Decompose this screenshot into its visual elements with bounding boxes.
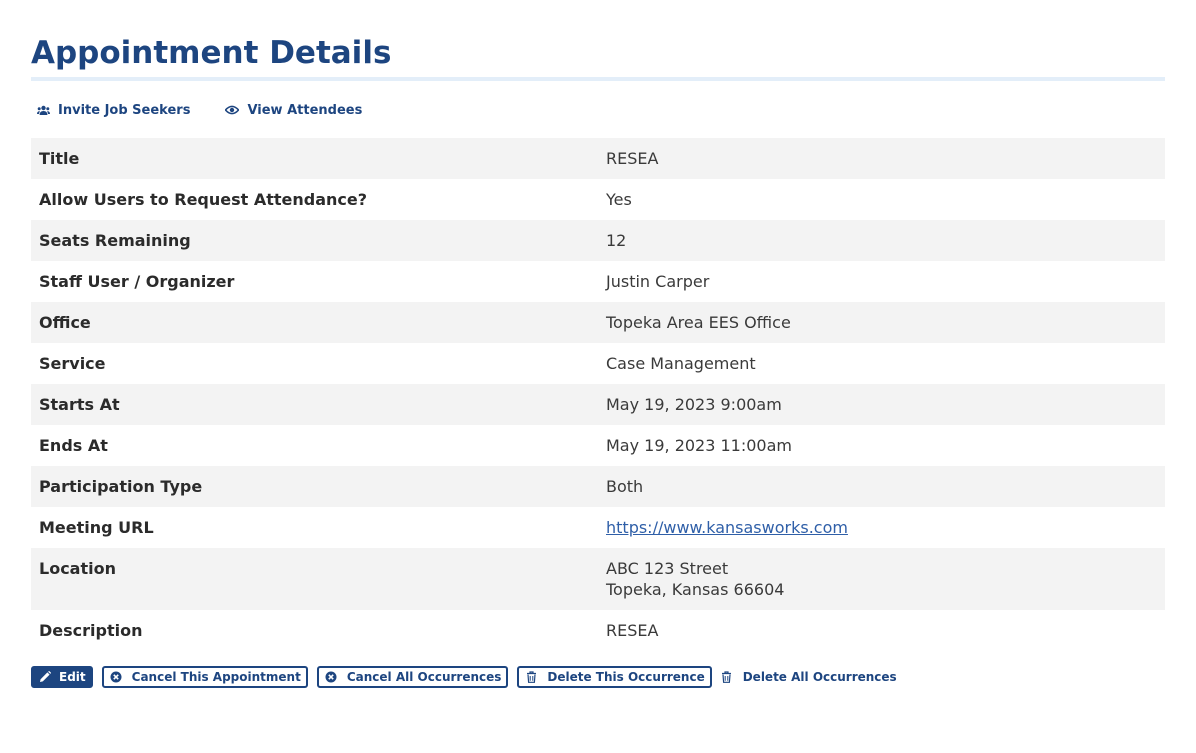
times-circle-icon (325, 671, 337, 683)
detail-row-ends-at: Ends At May 19, 2023 11:00am (31, 425, 1165, 466)
detail-label: Seats Remaining (31, 220, 598, 261)
detail-label: Allow Users to Request Attendance? (39, 190, 368, 209)
detail-label: Description (39, 621, 143, 640)
page-title: Appointment Details (31, 35, 392, 71)
trash-icon (721, 671, 733, 683)
invite-job-seekers-link[interactable]: Invite Job Seekers (31, 103, 190, 118)
detail-value-description: RESEA (606, 621, 659, 640)
detail-row-participation-type: Participation Type Both (31, 466, 1165, 507)
times-circle-icon (110, 671, 122, 683)
view-attendees-link[interactable]: View Attendees (220, 103, 362, 118)
detail-row-allow-requests: Allow Users to Request Attendance? Yes (31, 179, 1165, 220)
action-links: Invite Job Seekers View Attendees (31, 102, 1165, 118)
cancel-all-occurrences-label: Cancel All Occurrences (346, 670, 502, 684)
view-attendees-label: View Attendees (247, 102, 363, 118)
detail-value-participation-type: Both (598, 466, 1165, 507)
eye-icon (225, 103, 240, 117)
detail-value-location: ABC 123 Street Topeka, Kansas 66604 (598, 548, 1165, 610)
detail-value-organizer: Justin Carper (606, 272, 710, 291)
detail-label: Ends At (39, 436, 108, 455)
detail-row-meeting-url: Meeting URL https://www.kansasworks.com (31, 507, 1165, 548)
detail-row-service: Service Case Management (31, 343, 1165, 384)
detail-row-office: Office Topeka Area EES Office (31, 302, 1165, 343)
detail-label: Service (39, 354, 106, 373)
cancel-this-appointment-label: Cancel This Appointment (131, 670, 301, 684)
detail-value-title: RESEA (598, 138, 1165, 179)
detail-label: Starts At (31, 384, 598, 425)
detail-label: Title (31, 138, 598, 179)
delete-this-occurrence-label: Delete This Occurrence (547, 670, 705, 684)
delete-all-occurrences-button[interactable]: Delete All Occurrences (721, 666, 902, 688)
detail-row-seats-remaining: Seats Remaining 12 (31, 220, 1165, 261)
trash-icon (525, 671, 537, 683)
detail-row-title: Title RESEA (31, 138, 1165, 179)
detail-label: Meeting URL (39, 518, 154, 537)
detail-label: Staff User / Organizer (39, 272, 235, 291)
detail-value-seats-remaining: 12 (598, 220, 1165, 261)
detail-value-office: Topeka Area EES Office (598, 302, 1165, 343)
location-line-city: Topeka, Kansas 66604 (606, 580, 785, 599)
detail-value-service: Case Management (606, 354, 756, 373)
users-icon (36, 103, 50, 117)
delete-this-occurrence-button[interactable]: Delete This Occurrence (517, 666, 712, 688)
detail-label: Office (31, 302, 598, 343)
appointment-details-page: Appointment Details Invite Job Seekers V… (0, 0, 1196, 688)
cancel-all-occurrences-button[interactable]: Cancel All Occurrences (316, 666, 509, 688)
title-divider (31, 77, 1165, 81)
invite-job-seekers-label: Invite Job Seekers (58, 102, 191, 118)
detail-label: Participation Type (31, 466, 598, 507)
detail-value-meeting-url: https://www.kansasworks.com (598, 507, 1165, 548)
detail-row-organizer: Staff User / Organizer Justin Carper (31, 261, 1165, 302)
detail-value-allow-requests: Yes (606, 190, 632, 209)
edit-button[interactable]: Edit (31, 666, 93, 688)
detail-row-location: Location ABC 123 Street Topeka, Kansas 6… (31, 548, 1165, 610)
detail-row-description: Description RESEA (31, 610, 1165, 651)
cancel-this-appointment-button[interactable]: Cancel This Appointment (101, 666, 308, 688)
location-line-street: ABC 123 Street (606, 559, 729, 578)
edit-button-label: Edit (59, 670, 86, 684)
detail-value-starts-at: May 19, 2023 9:00am (598, 384, 1165, 425)
pencil-icon (39, 671, 51, 683)
appointment-button-bar: Edit Cancel This Appointment Cancel All … (31, 666, 1165, 688)
detail-row-starts-at: Starts At May 19, 2023 9:00am (31, 384, 1165, 425)
detail-label: Location (31, 548, 598, 610)
appointment-details-table: Title RESEA Allow Users to Request Atten… (31, 138, 1165, 651)
meeting-url-link[interactable]: https://www.kansasworks.com (606, 518, 848, 537)
delete-all-occurrences-label: Delete All Occurrences (742, 670, 897, 684)
detail-value-ends-at: May 19, 2023 11:00am (606, 436, 792, 455)
